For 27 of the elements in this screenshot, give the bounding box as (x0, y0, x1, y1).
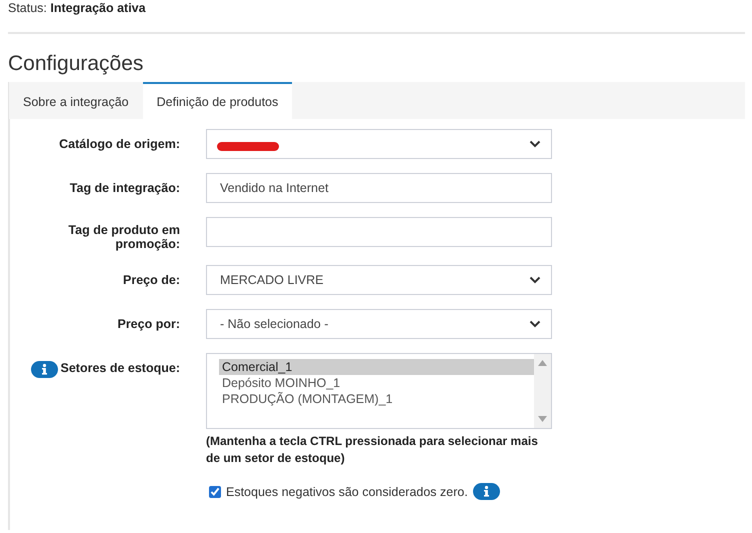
dropdown[interactable]: - Não selecionado - (206, 309, 552, 339)
section-heading: Configurações (8, 52, 144, 76)
field-label: Preço por: (117, 317, 180, 331)
field-label: Tag de integração: (70, 181, 180, 195)
checkbox-label: Estoques negativos são considerados zero. (226, 484, 468, 498)
tab[interactable]: Definição de produtos (142, 82, 292, 119)
info-icon[interactable] (30, 361, 58, 378)
field-label: Setores de estoque: (60, 361, 180, 375)
field-label: Catálogo de origem: (59, 137, 180, 151)
tab[interactable]: Sobre a integração (9, 82, 143, 119)
info-icon[interactable] (472, 483, 500, 500)
chevron-down-icon (529, 140, 541, 148)
chevron-down-icon (529, 320, 541, 328)
list-box[interactable]: Comercial_1 Depósito MOINHO_1 PRODUÇÃO (MONTAGEM)_1 (206, 353, 552, 429)
field-label: Preço de: (123, 273, 180, 287)
input-field[interactable]: Vendido na Internet (206, 173, 552, 203)
list-option[interactable]: PRODUÇÃO (MONTAGEM)_1 (219, 391, 534, 407)
help-text: (Mantenha a tecla CTRL pressionada para selecionar mais de um setor de estoque) (206, 433, 539, 467)
list-option[interactable]: Comercial_1 (219, 359, 534, 375)
chevron-down-icon (529, 276, 541, 284)
input-field[interactable] (206, 217, 552, 247)
status-text: Status: Integração ativa (8, 0, 745, 34)
list-option[interactable]: Depósito MOINHO_1 (219, 375, 534, 391)
field-label: Tag de produto em promoção: (67, 223, 180, 251)
dropdown[interactable] (206, 129, 552, 159)
checkbox[interactable] (209, 486, 221, 498)
dropdown[interactable]: MERCADO LIVRE (206, 265, 552, 295)
